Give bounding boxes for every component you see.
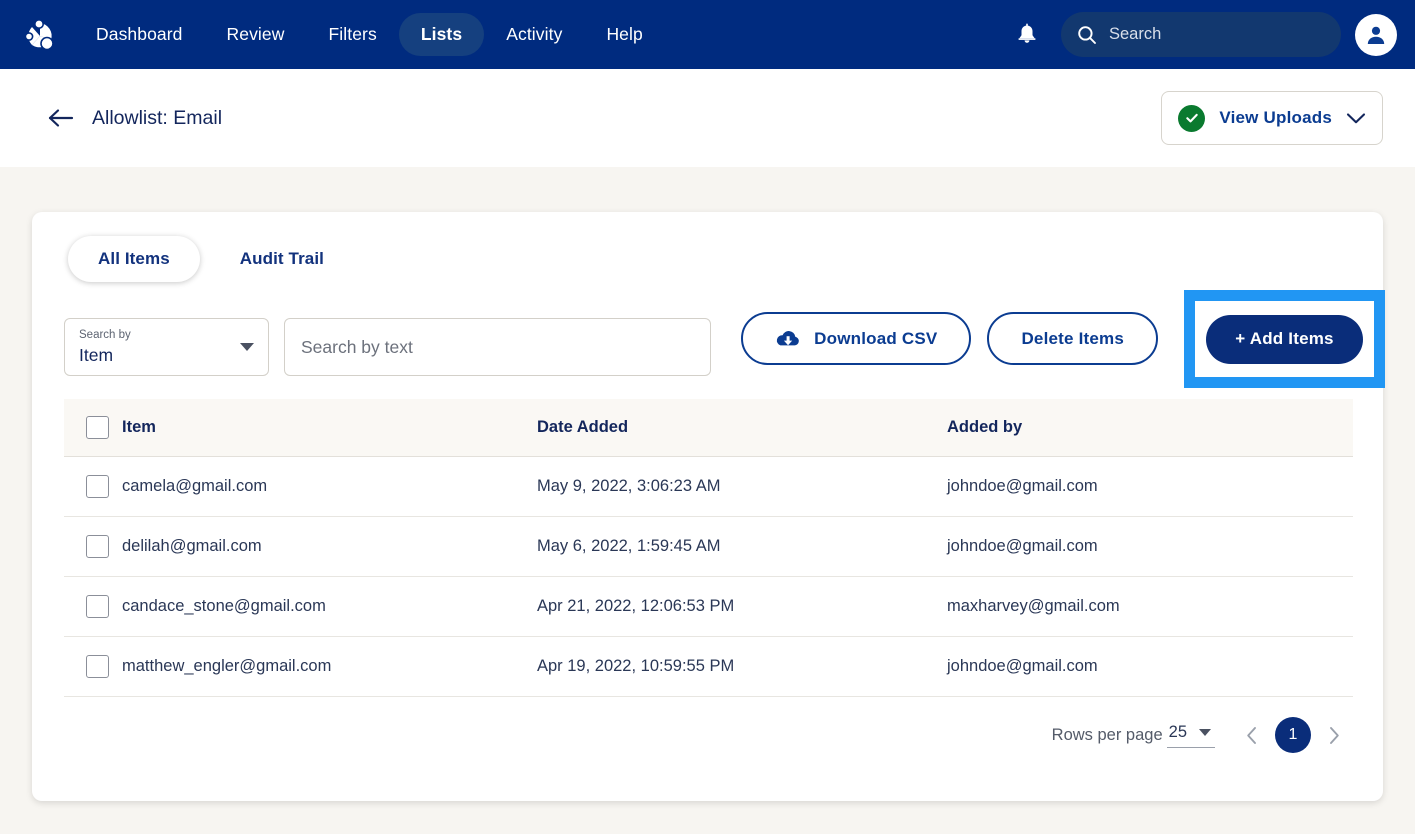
row-item: candace_stone@gmail.com [122, 577, 537, 637]
tab-bar: All Items Audit Trail [32, 212, 1383, 282]
page-title: Allowlist: Email [92, 107, 222, 130]
search-by-label: Search by [79, 328, 254, 343]
add-items-button[interactable]: + Add Items [1206, 315, 1362, 364]
search-by-select[interactable]: Search by Item [64, 318, 269, 376]
main-content-area: All Items Audit Trail Search by Item Sea… [0, 167, 1415, 834]
rows-per-page-label: Rows per page [1052, 726, 1163, 745]
rows-per-page-select[interactable]: 25 [1167, 723, 1215, 748]
rows-per-page-value: 25 [1169, 723, 1187, 742]
caret-down-icon [240, 343, 254, 351]
row-select-cell [64, 577, 122, 637]
row-checkbox[interactable] [86, 535, 109, 558]
nav-links: Dashboard Review Filters Lists Activity … [74, 13, 665, 56]
row-item: delilah@gmail.com [122, 517, 537, 577]
row-checkbox[interactable] [86, 475, 109, 498]
nav-link-help[interactable]: Help [584, 13, 664, 56]
download-csv-button[interactable]: Download CSV [741, 312, 971, 365]
search-icon [1077, 25, 1097, 45]
page-subheader: Allowlist: Email View Uploads [0, 69, 1415, 167]
column-header-item[interactable]: Item [122, 399, 537, 457]
column-header-date-added[interactable]: Date Added [537, 399, 947, 457]
list-card: All Items Audit Trail Search by Item Sea… [32, 212, 1383, 801]
nav-link-dashboard[interactable]: Dashboard [74, 13, 205, 56]
table-row[interactable]: matthew_engler@gmail.com Apr 19, 2022, 1… [64, 637, 1353, 697]
select-all-checkbox[interactable] [86, 416, 109, 439]
chevron-right-icon[interactable] [1317, 718, 1351, 752]
caret-down-icon [1199, 729, 1211, 736]
bell-icon[interactable] [1007, 15, 1047, 55]
search-text-input[interactable]: Search by text [284, 318, 711, 376]
tab-audit-trail[interactable]: Audit Trail [210, 236, 354, 282]
molecule-logo-icon[interactable] [18, 14, 60, 56]
cloud-download-icon [775, 329, 801, 349]
delete-items-button[interactable]: Delete Items [987, 312, 1158, 365]
nav-link-activity[interactable]: Activity [484, 13, 584, 56]
check-circle-icon [1178, 105, 1205, 132]
items-table-body: camela@gmail.com May 9, 2022, 3:06:23 AM… [64, 457, 1353, 697]
download-csv-label: Download CSV [814, 329, 937, 349]
nav-right-actions: Search [1007, 0, 1397, 69]
row-item: camela@gmail.com [122, 457, 537, 517]
select-all-header [64, 399, 122, 457]
row-date-added: Apr 19, 2022, 10:59:55 PM [537, 637, 947, 697]
top-navigation-bar: Dashboard Review Filters Lists Activity … [0, 0, 1415, 69]
search-text-placeholder: Search by text [301, 337, 413, 358]
row-date-added: May 9, 2022, 3:06:23 AM [537, 457, 947, 517]
search-input[interactable]: Search [1061, 12, 1341, 57]
chevron-down-icon [1346, 112, 1366, 125]
column-header-added-by[interactable]: Added by [947, 399, 1353, 457]
row-added-by: johndoe@gmail.com [947, 517, 1353, 577]
search-placeholder: Search [1109, 25, 1161, 44]
row-checkbox[interactable] [86, 595, 109, 618]
search-by-value: Item [79, 345, 254, 366]
nav-link-filters[interactable]: Filters [307, 13, 399, 56]
table-row[interactable]: candace_stone@gmail.com Apr 21, 2022, 12… [64, 577, 1353, 637]
delete-items-label: Delete Items [1021, 329, 1124, 349]
page-number-1[interactable]: 1 [1275, 717, 1311, 753]
row-added-by: maxharvey@gmail.com [947, 577, 1353, 637]
row-checkbox[interactable] [86, 655, 109, 678]
row-date-added: Apr 21, 2022, 12:06:53 PM [537, 577, 947, 637]
pagination-bar: Rows per page 25 1 [32, 697, 1383, 753]
view-uploads-button[interactable]: View Uploads [1161, 91, 1383, 145]
chevron-left-icon[interactable] [1235, 718, 1269, 752]
row-added-by: johndoe@gmail.com [947, 637, 1353, 697]
row-item: matthew_engler@gmail.com [122, 637, 537, 697]
row-select-cell [64, 517, 122, 577]
add-items-highlight-frame: + Add Items [1184, 290, 1385, 388]
table-row[interactable]: delilah@gmail.com May 6, 2022, 1:59:45 A… [64, 517, 1353, 577]
tab-all-items[interactable]: All Items [68, 236, 200, 282]
row-select-cell [64, 637, 122, 697]
row-date-added: May 6, 2022, 1:59:45 AM [537, 517, 947, 577]
add-items-highlight-inner: + Add Items [1195, 301, 1374, 377]
row-added-by: johndoe@gmail.com [947, 457, 1353, 517]
arrow-left-icon[interactable] [48, 105, 74, 131]
nav-link-review[interactable]: Review [205, 13, 307, 56]
row-select-cell [64, 457, 122, 517]
filter-controls-row: Search by Item Search by text Dow [32, 282, 1383, 382]
items-table-head: Item Date Added Added by [64, 399, 1353, 457]
nav-link-lists[interactable]: Lists [399, 13, 484, 56]
table-header-row: Item Date Added Added by [64, 399, 1353, 457]
user-avatar-icon[interactable] [1355, 14, 1397, 56]
table-row[interactable]: camela@gmail.com May 9, 2022, 3:06:23 AM… [64, 457, 1353, 517]
items-table: Item Date Added Added by camela@gmail.co… [64, 399, 1353, 697]
view-uploads-label: View Uploads [1219, 108, 1332, 128]
